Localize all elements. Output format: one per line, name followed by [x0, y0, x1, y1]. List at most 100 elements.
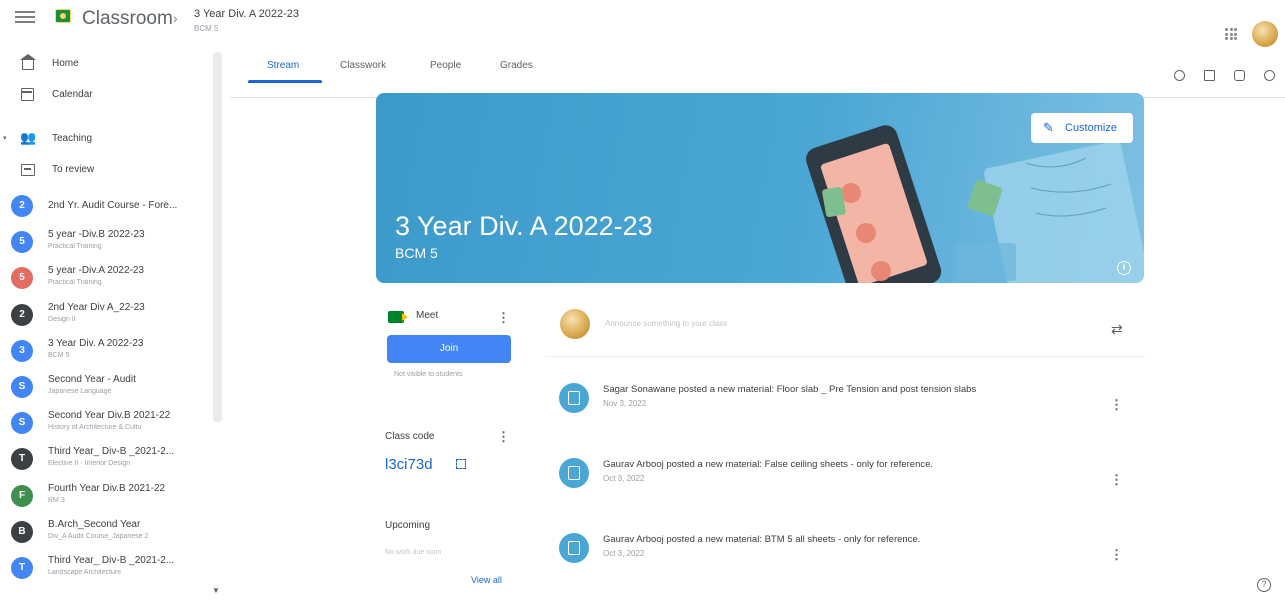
upcoming-card: Upcoming No work due soon View all — [376, 505, 522, 595]
active-tab-indicator — [248, 80, 322, 83]
stream-post[interactable]: Gaurav Arbooj posted a new material: Fal… — [545, 447, 1145, 507]
banner-subtitle: BCM 5 — [395, 245, 438, 261]
post-more-options-icon[interactable]: ⋮ — [1110, 548, 1123, 561]
google-apps-icon[interactable] — [1225, 28, 1237, 40]
course-avatar: 5 — [11, 267, 33, 290]
sidebar-course-item[interactable]: 2 2nd Yr. Audit Course - Fore... — [0, 191, 210, 227]
sidebar-course-item[interactable]: 5 5 year -Div.B 2022-23 Practical Training — [0, 227, 210, 263]
course-section: Design II — [48, 315, 76, 323]
course-name: Fourth Year Div.B 2021-22 — [48, 482, 166, 494]
course-section: BCM 5 — [48, 351, 70, 359]
join-meet-button[interactable]: Join — [387, 335, 511, 363]
upcoming-label: Upcoming — [385, 520, 431, 531]
collapse-arrow-icon[interactable]: ▾ — [3, 134, 7, 142]
sidebar-course-item[interactable]: F Fourth Year Div.B 2021-22 RM 3 — [0, 481, 210, 517]
post-date: Oct 3, 2022 — [603, 474, 645, 483]
classroom-logo-icon[interactable] — [55, 9, 71, 23]
class-toolbar — [1172, 70, 1282, 84]
sidebar-item-to-review[interactable]: To review — [0, 158, 210, 188]
sidebar-item-label: Calendar — [52, 89, 93, 100]
course-avatar: 3 — [11, 339, 33, 362]
sidebar-item-label: Home — [52, 58, 79, 69]
course-avatar: T — [11, 557, 33, 579]
breadcrumb-class-title[interactable]: 3 Year Div. A 2022-23 — [194, 8, 299, 20]
material-icon — [559, 383, 589, 413]
app-name[interactable]: Classroom — [82, 8, 173, 30]
user-avatar — [560, 309, 590, 339]
tab-people[interactable]: People — [430, 60, 461, 71]
repost-icon[interactable]: ⇄ — [1111, 321, 1123, 338]
people-icon: 👥 — [20, 130, 37, 145]
stream-post[interactable]: Sagar Sonawane posted a new material: Fl… — [545, 372, 1145, 432]
course-name: Third Year_ Div-B _2021-2... — [48, 555, 175, 566]
settings-gear-icon[interactable] — [1264, 70, 1275, 81]
course-avatar: 2 — [11, 303, 33, 326]
material-icon — [559, 458, 589, 488]
post-title: Gaurav Arbooj posted a new material: BTM… — [603, 534, 921, 545]
course-avatar: 2 — [11, 195, 33, 217]
meet-video-icon[interactable] — [1174, 70, 1185, 81]
info-icon[interactable]: i — [1117, 261, 1131, 275]
tab-stream[interactable]: Stream — [267, 60, 299, 71]
course-section: Elective II - Interior Design — [48, 460, 131, 468]
sidebar-course-item[interactable]: T Third Year_ Div-B _2021-2... Landscape A… — [0, 553, 210, 589]
scroll-down-icon[interactable]: ▼ — [212, 586, 220, 595]
course-avatar: 5 — [11, 231, 33, 254]
course-section: RM 3 — [48, 496, 65, 504]
fullscreen-icon[interactable] — [456, 459, 466, 469]
announce-box[interactable]: Announce something to your class ⇄ — [545, 297, 1145, 357]
customize-button[interactable]: ✎ Customize — [1031, 113, 1133, 143]
meet-card: Meet ⋮ Join Not visible to students — [376, 297, 522, 397]
calendar-icon — [21, 88, 34, 101]
sidebar-item-teaching[interactable]: ▾ 👥 Teaching — [0, 127, 210, 157]
meet-more-options-icon[interactable]: ⋮ — [497, 311, 510, 324]
view-all-link[interactable]: View all — [471, 575, 502, 585]
customize-label: Customize — [1065, 122, 1117, 134]
calendar-icon[interactable] — [1204, 70, 1215, 81]
course-section: Landscape Architecture — [48, 569, 122, 576]
course-section: History of Architecture & Cultu — [48, 424, 142, 432]
tab-classwork[interactable]: Classwork — [340, 60, 386, 71]
top-app-bar: Classroom › 3 Year Div. A 2022-23 BCM 5 — [0, 0, 1285, 56]
post-more-options-icon[interactable]: ⋮ — [1110, 473, 1123, 486]
class-tabs: Stream Classwork People Grades — [230, 50, 1285, 98]
course-name: Second Year - Audit — [48, 374, 136, 385]
post-more-options-icon[interactable]: ⋮ — [1110, 398, 1123, 411]
class-code-more-options-icon[interactable]: ⋮ — [497, 430, 510, 443]
course-name: 3 Year Div. A 2022-23 — [48, 337, 144, 349]
breadcrumb-separator: › — [173, 10, 178, 26]
home-icon — [20, 54, 36, 70]
sidebar-item-home[interactable]: Home — [0, 52, 210, 82]
meet-icon — [388, 311, 408, 323]
drive-folder-icon[interactable] — [1234, 70, 1245, 81]
banner-title: 3 Year Div. A 2022-23 — [395, 211, 653, 241]
course-name: 5 year -Div.A 2022-23 — [48, 265, 144, 277]
sidebar-course-item[interactable]: T Third Year_ Div-B _2021-2... Elective II… — [0, 444, 210, 480]
account-avatar[interactable] — [1252, 21, 1278, 47]
sidebar-item-calendar[interactable]: Calendar — [0, 83, 210, 113]
sidebar-course-item[interactable]: 3 3 Year Div. A 2022-23 BCM 5 — [0, 336, 210, 372]
course-avatar: T — [11, 448, 33, 471]
main-menu-icon[interactable] — [15, 8, 35, 28]
sidebar-course-item[interactable]: 5 5 year -Div.A 2022-23 Practical Training — [0, 263, 210, 299]
course-avatar: S — [11, 376, 33, 398]
sidebar-course-item[interactable]: S Second Year - Audit Japanese Language — [0, 372, 210, 408]
sidebar-course-item[interactable]: 2 2nd Year Div A_22-23 Design II — [0, 300, 210, 336]
course-name: Second Year Div.B 2021-22 — [48, 410, 171, 422]
course-name: 2nd Year Div A_22-23 — [48, 301, 145, 313]
review-folder-icon — [21, 164, 35, 176]
tab-grades[interactable]: Grades — [500, 60, 533, 71]
visibility-note: Not visible to students — [394, 371, 463, 378]
class-code-label: Class code — [385, 431, 435, 442]
sidebar-course-item[interactable]: S Second Year Div.B 2021-22 History of Arc… — [0, 408, 210, 444]
stream-post[interactable]: Gaurav Arbooj posted a new material: BTM… — [545, 522, 1145, 582]
help-icon[interactable]: ? — [1257, 578, 1271, 592]
course-section: Japanese Language — [48, 388, 112, 395]
banner-illustration — [806, 125, 1144, 283]
course-name: 5 year -Div.B 2022-23 — [48, 229, 145, 241]
sidebar-scrollbar[interactable] — [213, 52, 222, 422]
course-name: Third Year_ Div-B _2021-2... — [48, 446, 175, 458]
announce-placeholder[interactable]: Announce something to your class — [605, 319, 727, 328]
sidebar-course-item[interactable]: B B.Arch_Second Year Div_A Audit Course_Ja… — [0, 517, 210, 553]
course-section: Div_A Audit Course_Japanese 2 — [48, 532, 149, 540]
